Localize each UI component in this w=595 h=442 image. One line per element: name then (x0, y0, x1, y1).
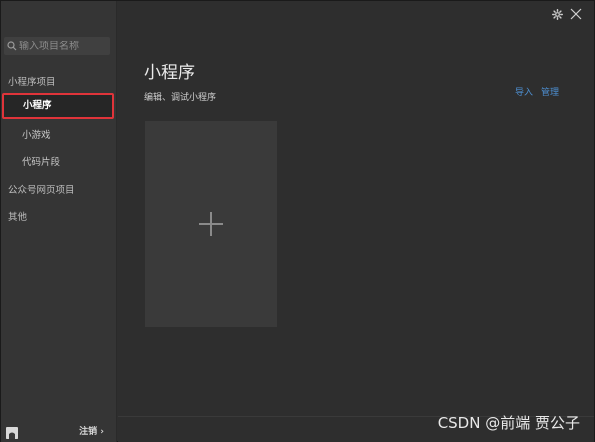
section-miniprogram-projects[interactable]: 小程序项目 (8, 74, 56, 88)
avatar-icon (6, 430, 18, 439)
window-controls (552, 8, 582, 20)
close-icon[interactable] (570, 8, 582, 20)
sidebar-item-minigame[interactable]: 小游戏 (22, 127, 51, 141)
import-link[interactable]: 导入 (515, 85, 533, 98)
sidebar: 小程序项目 小程序 小游戏 代码片段 公众号网页项目 其他 注销 › (1, 1, 117, 442)
search-box[interactable] (4, 37, 110, 55)
sidebar-item-miniprogram[interactable]: 小程序 (2, 93, 114, 119)
plus-icon (199, 212, 223, 236)
project-actions: 导入 管理 (515, 85, 559, 98)
add-project-card[interactable] (145, 121, 277, 327)
page-subtitle: 编辑、调试小程序 (144, 93, 217, 103)
search-input[interactable] (19, 40, 107, 52)
logout-button[interactable]: 注销 › (79, 424, 104, 437)
main-panel: 小程序 编辑、调试小程序 导入 管理 CSDN @前端 贾公子 (118, 1, 594, 442)
section-web-projects[interactable]: 公众号网页项目 (8, 182, 75, 196)
watermark-text: CSDN @前端 贾公子 (437, 414, 580, 432)
avatar[interactable] (6, 427, 18, 439)
gear-icon[interactable] (552, 8, 563, 20)
page-title: 小程序 (144, 63, 195, 83)
manage-link[interactable]: 管理 (541, 85, 559, 98)
app-window: 小程序项目 小程序 小游戏 代码片段 公众号网页项目 其他 注销 › (0, 0, 595, 442)
sidebar-item-code-snippet[interactable]: 代码片段 (22, 154, 60, 168)
section-other[interactable]: 其他 (8, 209, 27, 223)
search-icon (7, 41, 17, 51)
